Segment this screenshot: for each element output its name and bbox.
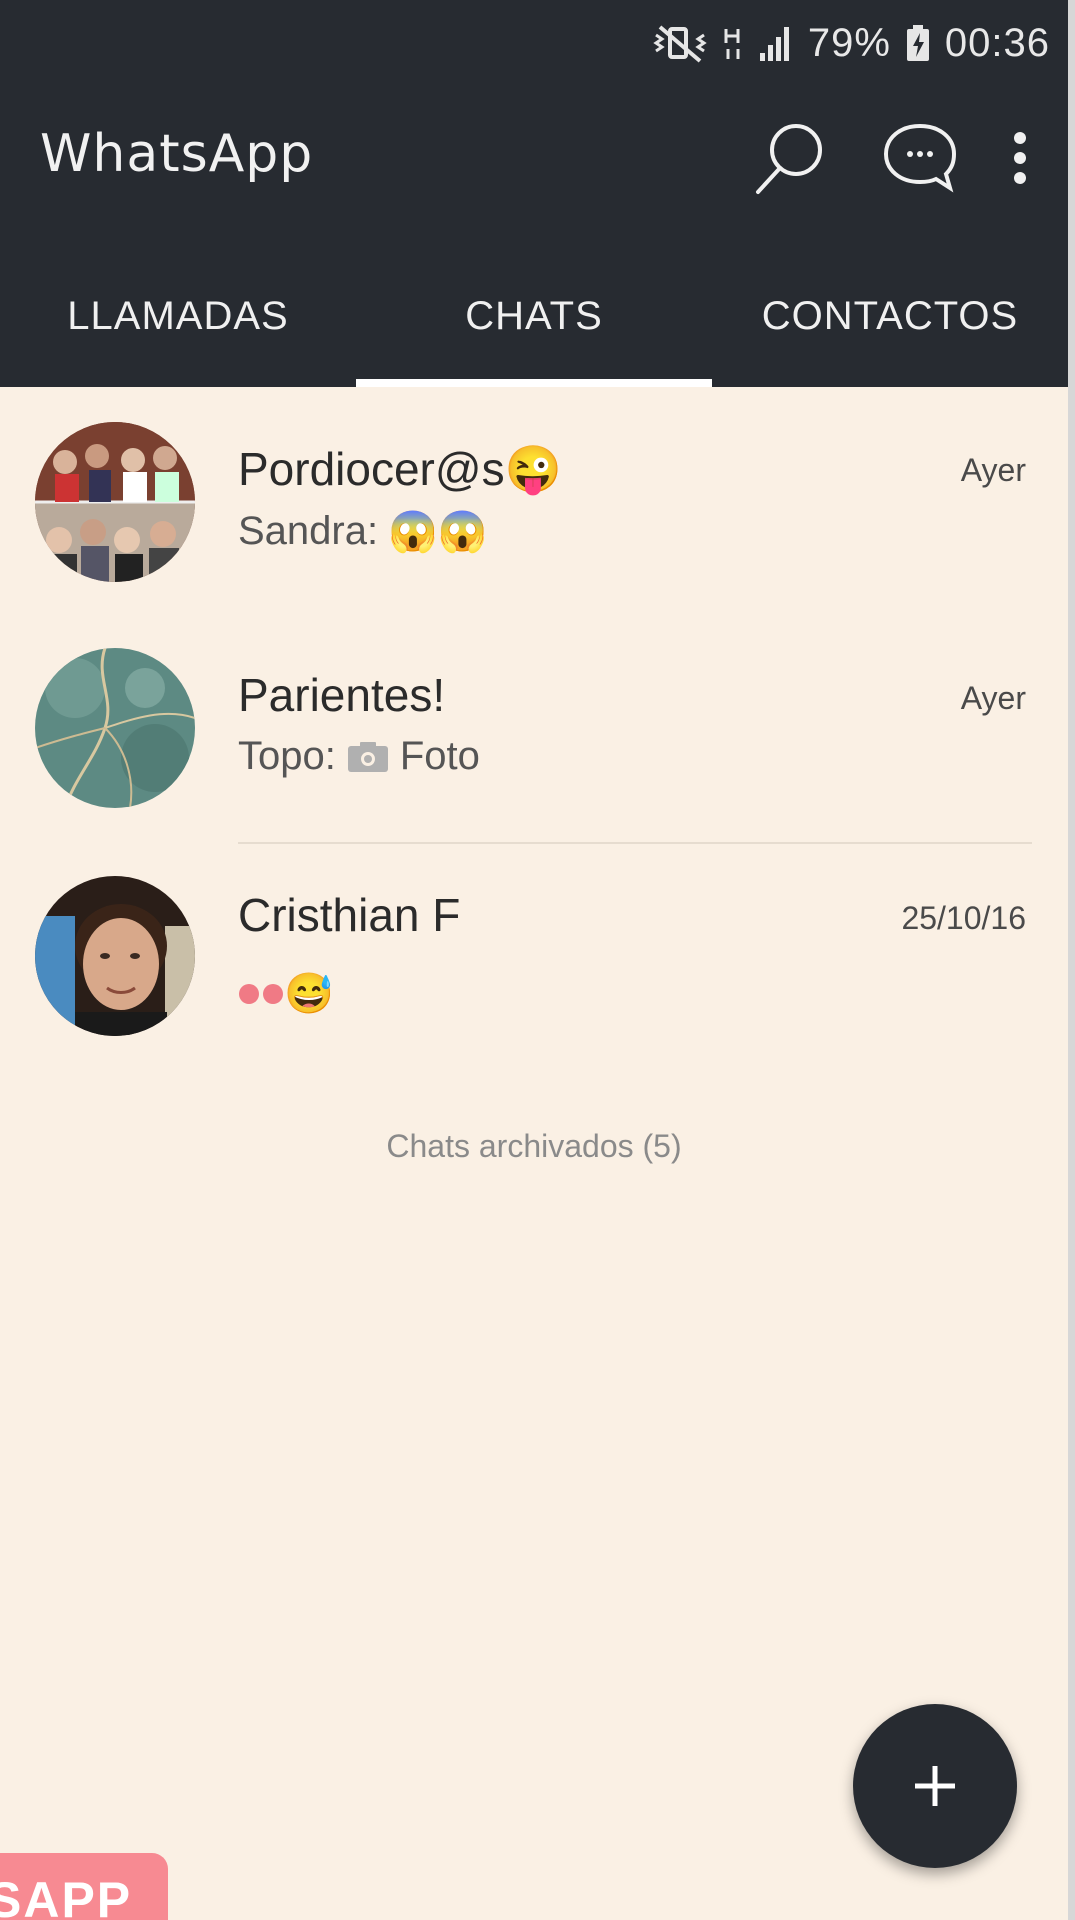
watermark-text: SAPP <box>0 1872 133 1920</box>
chat-preview: Topo: Foto <box>238 734 480 779</box>
new-chat-button[interactable] <box>880 120 960 196</box>
tab-selected-indicator <box>356 379 712 387</box>
tab-chats[interactable]: CHATS <box>356 268 712 387</box>
wink-tongue-emoji: 😜 <box>504 443 562 495</box>
chat-row-pordioceros[interactable]: Pordiocer@s😜 Ayer Sandra: 😱😱 <box>0 402 1068 602</box>
battery-percent: 79% <box>807 20 891 65</box>
avatar[interactable] <box>35 876 195 1036</box>
status-bar: 79% 00:36 <box>652 16 1050 70</box>
search-button[interactable] <box>750 118 830 198</box>
hplus-data-icon <box>722 23 744 63</box>
chat-row-parientes[interactable]: Parientes! Ayer Topo: Foto <box>0 630 1068 830</box>
app-header: 79% 00:36 WhatsApp LLAMADAS CHATS CONTAC… <box>0 0 1068 387</box>
chat-name: Parientes! <box>238 669 446 721</box>
plus-icon <box>911 1762 959 1810</box>
tab-label: CONTACTOS <box>761 294 1019 338</box>
tab-contactos[interactable]: CONTACTOS <box>712 268 1068 387</box>
vibrate-mute-icon <box>652 23 708 63</box>
chat-preview: Sandra: 😱😱 <box>238 508 488 555</box>
tab-llamadas[interactable]: LLAMADAS <box>0 268 356 387</box>
camera-icon <box>346 740 390 774</box>
app-title: WhatsApp <box>40 124 314 184</box>
toolbar-actions <box>750 118 1030 198</box>
screen-edge <box>1068 0 1075 1920</box>
overflow-menu-button[interactable] <box>1010 128 1030 188</box>
clock: 00:36 <box>944 20 1050 65</box>
avatar[interactable] <box>35 422 195 582</box>
chat-row-cristhian-f[interactable]: Cristhian F 25/10/16 😅 <box>0 858 1068 1058</box>
tab-label: CHATS <box>465 294 603 338</box>
chat-time: 25/10/16 <box>901 900 1026 936</box>
preview-sender: Sandra: <box>238 509 379 553</box>
preview-text: 😅 <box>284 972 334 1016</box>
typing-dots-icon <box>238 982 284 1006</box>
archived-chats-link[interactable]: Chats archivados (5) <box>0 1128 1068 1165</box>
new-chat-icon <box>880 120 960 196</box>
avatar[interactable] <box>35 648 195 808</box>
search-icon <box>750 118 830 198</box>
signal-icon <box>758 23 794 63</box>
preview-sender: Topo: <box>238 734 336 778</box>
chat-divider <box>238 842 1032 844</box>
chat-preview: 😅 <box>238 970 334 1017</box>
phone-screen: 79% 00:36 WhatsApp LLAMADAS CHATS CONTAC… <box>0 0 1068 1920</box>
new-chat-fab[interactable] <box>853 1704 1017 1868</box>
chat-time: Ayer <box>960 452 1026 488</box>
chat-time: Ayer <box>960 680 1026 716</box>
tab-bar: LLAMADAS CHATS CONTACTOS <box>0 268 1068 387</box>
overflow-menu-icon <box>1010 128 1030 188</box>
battery-charging-icon <box>905 23 931 63</box>
preview-text: 😱😱 <box>388 510 488 554</box>
preview-text: Foto <box>399 734 480 778</box>
tab-label: LLAMADAS <box>67 294 289 338</box>
watermark-badge: SAPP <box>0 1853 168 1920</box>
chat-name: Pordiocer@s😜 <box>238 443 562 495</box>
chat-name: Cristhian F <box>238 889 461 941</box>
